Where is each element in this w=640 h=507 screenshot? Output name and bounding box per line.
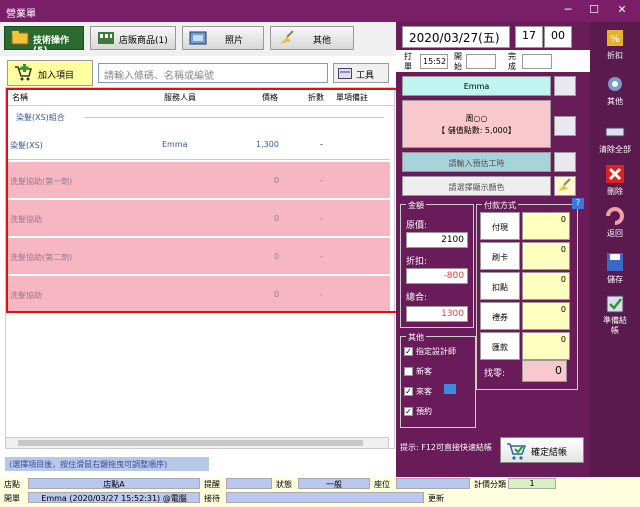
status-bar: 店點 店點A 提醒 狀態 一般 座位 計價分類 1 開單 Emma (2020/… xyxy=(0,477,640,507)
footer-hint: 提示: F12可直接快速結帳 xyxy=(400,443,493,452)
customer-list-button[interactable] xyxy=(554,116,576,136)
finish-label: 完成 xyxy=(508,52,516,71)
new-customer-checkbox[interactable]: 新客 xyxy=(404,366,432,377)
payment-methods: 付現 0 刷卡 0 扣點 0 禮券 0 匯款 0 xyxy=(480,212,572,360)
points-value[interactable]: 0 xyxy=(522,272,570,300)
discount-icon: % xyxy=(607,30,623,46)
photo-icon xyxy=(189,31,207,45)
save-icon xyxy=(607,253,623,271)
title-bar: 營業單 ─ ☐ ✕ xyxy=(0,0,640,22)
seat-field xyxy=(396,478,470,489)
tab-service-operations[interactable]: 技術操作(5) xyxy=(4,26,84,56)
checkout-pane: 2020/03/27(五) 17 00 打單 15:52 開始 完成 Emma … xyxy=(396,22,590,477)
reminder-field xyxy=(226,478,272,489)
col-staff: 服務人員 xyxy=(164,93,196,102)
punch-label: 打單 xyxy=(404,52,412,71)
group-row[interactable]: 染髮(XS)組合 xyxy=(6,108,394,126)
col-name: 名稱 xyxy=(12,93,28,102)
appointment-checkbox[interactable]: ✓ 預約 xyxy=(404,406,432,417)
items-grid: 名稱 服務人員 價格 折數 單項備註 染髮(XS)組合 染髮(XS) Emma … xyxy=(5,87,395,449)
period-field: 1 xyxy=(508,478,556,489)
finish-time-field[interactable] xyxy=(522,54,552,69)
window-title: 營業單 xyxy=(6,9,36,20)
hour-field[interactable]: 17 xyxy=(515,26,543,48)
voucher-value[interactable]: 0 xyxy=(522,302,570,330)
walk-in-checkbox[interactable]: ✓ 來客 xyxy=(404,386,432,397)
undo-icon xyxy=(606,207,624,225)
other-button[interactable]: 其他 xyxy=(594,74,636,114)
gear-icon xyxy=(608,77,622,91)
staff-name[interactable]: Emma xyxy=(402,76,551,96)
reorder-hint: (選擇項目後，按住滑鼠右鍵拖曳可調整順序) xyxy=(5,457,209,471)
delete-button[interactable]: 刪除 xyxy=(594,164,636,204)
color-button[interactable]: 請選擇顯示顏色 xyxy=(402,176,551,196)
tools-button[interactable]: 工具 xyxy=(333,63,389,83)
clear-all-icon xyxy=(605,127,625,137)
cash-value[interactable]: 0 xyxy=(522,212,570,240)
date-field[interactable]: 2020/03/27(五) xyxy=(402,26,510,48)
col-price: 價格 xyxy=(262,93,278,102)
toolbox-icon xyxy=(338,68,352,79)
card-value[interactable]: 0 xyxy=(522,242,570,270)
opener-field: Emma (2020/03/27 15:52:31) @電腦 xyxy=(28,492,200,503)
discount-value: -800 xyxy=(406,268,468,284)
save-button[interactable]: 儲存 xyxy=(594,252,636,292)
original-price: 2100 xyxy=(406,232,468,248)
help-icon[interactable]: ? xyxy=(572,198,584,209)
store-field: 店點A xyxy=(28,478,200,489)
cart-add-icon xyxy=(15,64,32,81)
clear-all-button[interactable]: 清除全部 xyxy=(594,122,636,162)
total-value: 1300 xyxy=(406,306,468,322)
start-time-field[interactable] xyxy=(466,54,496,69)
change-value: 0 xyxy=(522,360,567,382)
work-hours-button[interactable]: 請輸入預估工時 xyxy=(402,152,551,172)
shelf-icon xyxy=(98,32,114,44)
broom-icon xyxy=(280,30,294,44)
transfer-value[interactable]: 0 xyxy=(522,332,570,360)
staff-list-button[interactable] xyxy=(554,76,576,96)
folder-icon xyxy=(11,31,29,45)
confirm-checkout-button[interactable]: 確定結帳 xyxy=(500,437,584,463)
maximize-button[interactable]: ☐ xyxy=(584,3,604,19)
designated-stylist-checkbox[interactable]: ✓ 指定設計師 xyxy=(404,346,456,357)
minute-field[interactable]: 00 xyxy=(544,26,572,48)
start-label: 開始 xyxy=(454,52,462,71)
tab-bar: 技術操作(5) 店販商品(1) 照片 其他 xyxy=(0,22,396,56)
cart-checkout-icon xyxy=(507,443,527,460)
tab-retail-products[interactable]: 店販商品(1) xyxy=(90,26,176,50)
minimize-button[interactable]: ─ xyxy=(558,3,578,19)
col-discount: 折數 xyxy=(308,93,324,102)
tab-other[interactable]: 其他 xyxy=(270,26,354,50)
search-input[interactable]: 請輸入條碼、名稱或編號 xyxy=(98,63,328,83)
broom-button[interactable] xyxy=(554,176,576,196)
back-button[interactable]: 返回 xyxy=(594,206,636,246)
order-items-pane: 技術操作(5) 店販商品(1) 照片 其他 加入項目 請輸入條碼、名稱或編號 工… xyxy=(0,22,396,477)
discount-button[interactable]: % 折扣 xyxy=(594,28,636,68)
delete-icon xyxy=(606,165,624,183)
table-row[interactable]: 洗髮協助 0 - xyxy=(6,276,390,312)
horizontal-scrollbar[interactable] xyxy=(5,437,389,449)
state-field: 一般 xyxy=(298,478,370,489)
add-item-button[interactable]: 加入項目 xyxy=(7,60,93,86)
chat-icon xyxy=(444,384,456,394)
checkout-prep-icon xyxy=(606,295,624,313)
work-hours-list-button[interactable] xyxy=(554,152,576,172)
table-row[interactable]: 洗髮協助(第一劑) 0 - xyxy=(6,162,390,198)
tab-photos[interactable]: 照片 xyxy=(182,26,264,50)
grid-header: 名稱 服務人員 價格 折數 單項備註 xyxy=(6,88,394,106)
close-button[interactable]: ✕ xyxy=(612,3,632,19)
table-row[interactable]: 洗髮協助(第二劑) 0 - xyxy=(6,238,390,274)
table-row[interactable]: 洗髮協助 0 - xyxy=(6,200,390,236)
customer-info[interactable]: 周○○ 【 儲值點數: 5,000】 xyxy=(402,100,551,148)
prepare-checkout-button[interactable]: 準備結帳 xyxy=(594,294,636,335)
item-toolbar: 加入項目 請輸入條碼、名稱或編號 工具 xyxy=(0,58,396,86)
action-toolbar: % 折扣 其他 清除全部 刪除 返回 儲存 準備結帳 xyxy=(590,22,640,477)
svg-text:%: % xyxy=(610,34,620,45)
reception-field xyxy=(226,492,424,503)
col-note: 單項備註 xyxy=(336,93,368,102)
table-row[interactable]: 染髮(XS) Emma 1,300 - xyxy=(6,128,390,160)
broom-icon xyxy=(558,178,571,191)
punch-time-field[interactable]: 15:52 xyxy=(420,54,448,69)
